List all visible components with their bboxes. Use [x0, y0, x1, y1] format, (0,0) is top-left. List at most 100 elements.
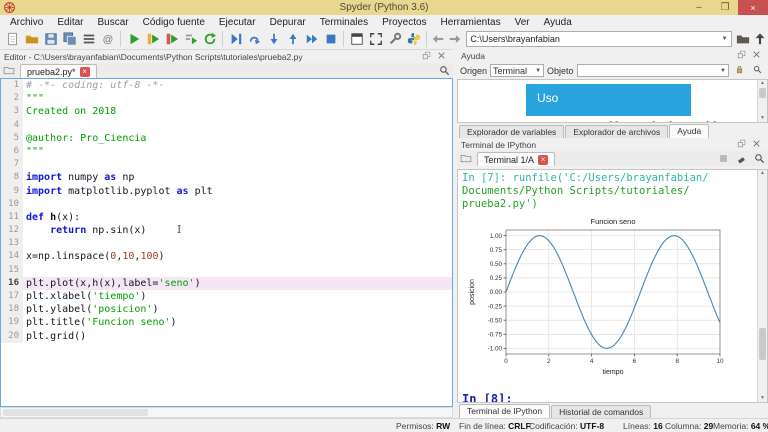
menu-item-ver[interactable]: Ver: [508, 17, 537, 28]
undock-icon[interactable]: [737, 139, 749, 151]
svg-text:0.50: 0.50: [490, 261, 503, 268]
svg-text:1.00: 1.00: [490, 233, 503, 240]
working-directory-combobox[interactable]: C:\Users\brayanfabian ▼: [466, 31, 731, 47]
undock-icon[interactable]: [422, 51, 434, 63]
menu-item-terminales[interactable]: Terminales: [313, 17, 375, 28]
parent-directory-button[interactable]: [751, 30, 768, 49]
run-selection-button[interactable]: [181, 30, 200, 49]
svg-text:tiempo: tiempo: [602, 369, 623, 376]
save-all-button[interactable]: [60, 30, 79, 49]
menu-item-editar[interactable]: Editar: [50, 17, 90, 28]
eraser-icon[interactable]: [736, 153, 748, 165]
run-button[interactable]: [124, 30, 143, 49]
line-number: 2: [1, 92, 23, 105]
origen-value: Terminal: [493, 66, 532, 76]
close-pane-icon[interactable]: [437, 51, 449, 63]
code-line-11: 11def h(x):: [1, 211, 452, 224]
scrollbar-thumb[interactable]: [3, 409, 148, 416]
svg-text:4: 4: [590, 358, 594, 365]
status-memory: Memoria: 64 %: [713, 421, 768, 431]
search-icon[interactable]: [753, 65, 765, 77]
menu-item-proyectos[interactable]: Proyectos: [375, 17, 433, 28]
console-prompt[interactable]: In [8]:: [458, 389, 767, 403]
help-panel: Ayuda Origen Terminal ▼ Objeto ▼ Uso Enc…: [457, 49, 768, 138]
code-line-1: 1# -*- coding: utf-8 -*-: [1, 79, 452, 92]
menu-item-ejecutar[interactable]: Ejecutar: [212, 17, 263, 28]
objeto-label: Objeto: [547, 66, 574, 76]
editor-pane-header: Editor - C:\Users\brayanfabian\Documents…: [0, 50, 453, 63]
tab-explorador-de-variables[interactable]: Explorador de variables: [459, 125, 564, 138]
new-file-button[interactable]: [3, 30, 22, 49]
close-button[interactable]: ×: [738, 0, 768, 15]
chevron-down-icon[interactable]: ▼: [722, 36, 728, 42]
right-pane-tabs: Explorador de variablesExplorador de arc…: [457, 124, 710, 138]
step-return-button[interactable]: [283, 30, 302, 49]
code-line-5: 5@author: Pro_Ciencia: [1, 132, 452, 145]
run-cell-button[interactable]: [143, 30, 162, 49]
open-file-button[interactable]: [22, 30, 41, 49]
console-tab[interactable]: Terminal 1/A ×: [477, 152, 555, 166]
step-into-button[interactable]: [264, 30, 283, 49]
symbol-finder-button[interactable]: @: [98, 30, 117, 49]
title-bar[interactable]: Spyder (Python 3.6) – ❐ ×: [0, 0, 768, 15]
help-scrollbar[interactable]: ▲▼: [757, 80, 767, 122]
split-search-icon[interactable]: [439, 65, 451, 77]
restart-kernel-button[interactable]: [200, 30, 219, 49]
step-over-button[interactable]: [245, 30, 264, 49]
maximize-pane-button[interactable]: [347, 30, 366, 49]
menu-item-archivo[interactable]: Archivo: [3, 17, 50, 28]
stop-debug-button[interactable]: [321, 30, 340, 49]
restore-button[interactable]: ❐: [712, 0, 738, 15]
minimize-button[interactable]: –: [686, 0, 712, 15]
tab-explorador-de-archivos[interactable]: Explorador de archivos: [565, 125, 668, 138]
search-icon[interactable]: [754, 153, 766, 165]
browse-directory-button[interactable]: [735, 30, 752, 49]
menu-item-herramientas[interactable]: Herramientas: [434, 17, 508, 28]
python-env-button[interactable]: [404, 30, 423, 49]
working-directory-value: C:\Users\brayanfabian: [470, 34, 721, 44]
continue-button[interactable]: [302, 30, 321, 49]
back-button[interactable]: [430, 30, 447, 49]
origen-select[interactable]: Terminal ▼: [490, 64, 544, 77]
console-text: In [7]: runfile('C:/Users/brayanfabian/D…: [458, 170, 767, 211]
menu-item-c-digo-fuente[interactable]: Código fuente: [136, 17, 212, 28]
tools-button[interactable]: [385, 30, 404, 49]
tab-terminal-de-ipython[interactable]: Terminal de IPython: [459, 404, 550, 418]
tab-close-icon[interactable]: ×: [80, 67, 90, 77]
browse-tabs-icon[interactable]: [460, 152, 474, 165]
scrollbar-thumb[interactable]: [759, 88, 766, 98]
help-title: Ayuda: [461, 51, 734, 61]
file-switcher-button[interactable]: [79, 30, 98, 49]
objeto-combobox[interactable]: ▼: [577, 64, 729, 77]
code-editor[interactable]: I 1# -*- coding: utf-8 -*-2"""3Created o…: [0, 78, 453, 407]
undock-icon[interactable]: [737, 50, 749, 62]
tab-close-icon[interactable]: ×: [538, 155, 548, 165]
console-output[interactable]: In [7]: runfile('C:/Users/brayanfabian/D…: [457, 169, 768, 403]
editor-panel: Editor - C:\Users\brayanfabian\Documents…: [0, 50, 453, 418]
save-button[interactable]: [41, 30, 60, 49]
close-pane-icon[interactable]: [752, 50, 764, 62]
help-content[interactable]: Uso Encuentra aquí la ayuda disponible ▲…: [457, 79, 768, 123]
debug-button[interactable]: [226, 30, 245, 49]
editor-tab-prueba2[interactable]: prueba2.py* ×: [20, 64, 97, 78]
fullscreen-button[interactable]: [366, 30, 385, 49]
run-cell-advance-button[interactable]: [162, 30, 181, 49]
line-number: 19: [1, 316, 23, 329]
close-pane-icon[interactable]: [752, 139, 764, 151]
lock-icon[interactable]: [735, 65, 747, 77]
chevron-down-icon: ▼: [535, 68, 541, 74]
console-scrollbar[interactable]: ▲▼: [757, 170, 767, 402]
svg-text:-0.25: -0.25: [488, 303, 503, 310]
menu-item-buscar[interactable]: Buscar: [90, 17, 135, 28]
scrollbar-thumb[interactable]: [759, 328, 766, 360]
menu-bar: ArchivoEditarBuscarCódigo fuenteEjecutar…: [0, 15, 768, 29]
menu-item-ayuda[interactable]: Ayuda: [537, 17, 579, 28]
options-square-icon[interactable]: [718, 153, 730, 165]
menu-item-depurar[interactable]: Depurar: [263, 17, 313, 28]
tab-historial-de-comandos[interactable]: Historial de comandos: [551, 405, 651, 418]
browse-tabs-icon[interactable]: [3, 64, 17, 77]
console-title: Terminal de IPython: [461, 140, 734, 150]
forward-button[interactable]: [447, 30, 464, 49]
tab-ayuda[interactable]: Ayuda: [669, 124, 709, 138]
editor-horizontal-scrollbar[interactable]: [0, 407, 453, 418]
